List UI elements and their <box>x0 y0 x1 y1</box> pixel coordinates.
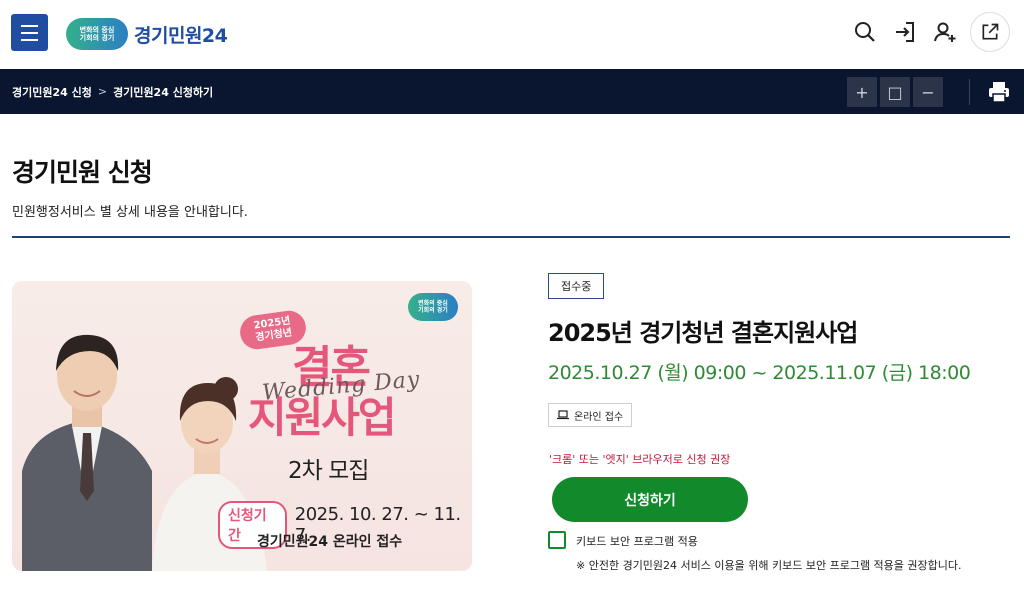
keyboard-security-note: ※ 안전한 경기민원24 서비스 이용을 위해 키보드 보안 프로그램 적용을 … <box>576 559 962 572</box>
browser-notice: '크롬' 또는 '엣지' 브라우저로 신청 권장 <box>549 453 731 466</box>
logo-text: 경기민원24 <box>134 24 228 47</box>
breadcrumb-item[interactable]: 경기민원24 신청 <box>12 84 92 100</box>
poster-round: 2차 모집 <box>288 458 369 484</box>
keyboard-security-checkbox[interactable] <box>548 531 566 549</box>
signup-button[interactable] <box>930 12 960 52</box>
site-header: 변화의 중심 기회의 경기 경기민원24 <box>0 0 1024 69</box>
channel-label: 온라인 접수 <box>574 411 624 423</box>
keyboard-security-label[interactable]: 키보드 보안 프로그램 적용 <box>576 533 698 549</box>
toolbar-divider <box>969 79 970 105</box>
page-description: 민원행정서비스 별 상세 내용을 안내합니다. <box>12 205 248 220</box>
menu-icon-bar <box>21 24 38 27</box>
search-button[interactable] <box>850 12 880 52</box>
search-icon <box>855 22 875 42</box>
poster-logo-badge: 변화의 중심 기회의 경기 <box>408 293 458 321</box>
breadcrumb: 경기민원24 신청 > 경기민원24 신청하기 <box>12 69 213 114</box>
zoom-tools: + □ − <box>847 77 943 107</box>
login-icon <box>896 22 914 42</box>
poster-badge-line1: 변화의 중심 <box>418 300 448 307</box>
login-button[interactable] <box>890 12 920 52</box>
menu-icon-bar <box>21 38 38 41</box>
hamburger-menu-button[interactable] <box>11 14 48 51</box>
printer-icon <box>989 82 1009 103</box>
zoom-out-button[interactable]: − <box>913 77 943 107</box>
service-title: 2025년 경기청년 결혼지원사업 <box>548 319 858 347</box>
application-period: 2025.10.27 (월) 09:00 ~ 2025.11.07 (금) 18… <box>548 362 971 384</box>
external-link-button[interactable] <box>970 12 1010 52</box>
site-logo[interactable]: 변화의 중심 기회의 경기 경기민원24 <box>66 16 228 52</box>
print-button[interactable] <box>985 79 1013 105</box>
status-badge: 접수중 <box>548 273 605 299</box>
poster-footer: 경기민원24 온라인 접수 <box>257 534 403 550</box>
breadcrumb-item[interactable]: 경기민원24 신청하기 <box>113 84 213 100</box>
external-link-icon <box>982 23 999 40</box>
logo-badge-line2: 기회의 경기 <box>79 34 115 42</box>
title-divider <box>12 236 1010 238</box>
logo-badge: 변화의 중심 기회의 경기 <box>66 18 128 50</box>
breadcrumb-bar: 경기민원24 신청 > 경기민원24 신청하기 + □ − <box>0 69 1024 114</box>
laptop-icon <box>557 410 569 420</box>
apply-button[interactable]: 신청하기 <box>552 477 748 522</box>
service-poster-image: 변화의 중심 기회의 경기 2025년 경기청년 결혼 Wedding Day … <box>12 281 472 571</box>
breadcrumb-separator: > <box>97 85 108 98</box>
groom-illustration <box>22 334 152 571</box>
poster-badge-line2: 기회의 경기 <box>418 307 448 314</box>
poster-title-line2: 지원사업 <box>248 393 397 442</box>
menu-icon-bar <box>21 31 38 34</box>
page-title: 경기민원 신청 <box>12 158 153 187</box>
zoom-reset-button[interactable]: □ <box>880 77 910 107</box>
user-add-icon <box>934 22 956 42</box>
zoom-in-button[interactable]: + <box>847 77 877 107</box>
logo-badge-line1: 변화의 중심 <box>79 26 115 34</box>
channel-badge: 온라인 접수 <box>548 403 633 427</box>
